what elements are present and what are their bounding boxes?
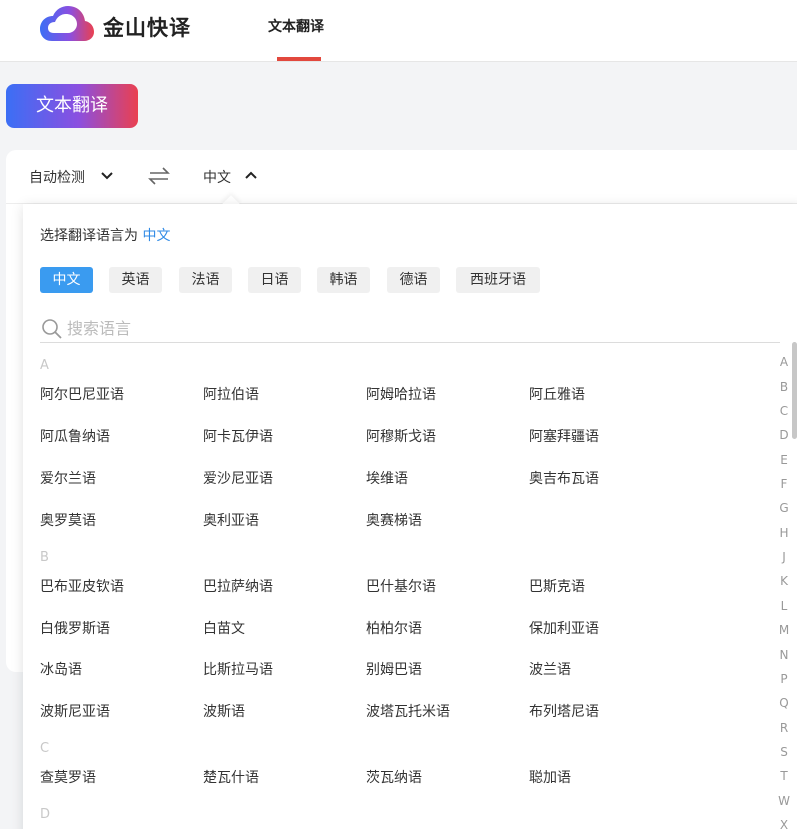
language-option[interactable]: 巴什基尔语 bbox=[366, 576, 436, 596]
language-option[interactable]: 别姆巴语 bbox=[366, 659, 422, 679]
language-option[interactable]: 阿丘雅语 bbox=[529, 384, 585, 404]
alphabet-index-letter[interactable]: K bbox=[777, 574, 791, 588]
nav-tab-active-indicator bbox=[277, 57, 321, 61]
text-translation-button[interactable]: 文本翻译 bbox=[6, 84, 138, 128]
brand-name[interactable]: 金山快译 bbox=[103, 12, 191, 42]
language-option[interactable]: 柏柏尔语 bbox=[366, 618, 422, 638]
quick-lang-chip[interactable]: 法语 bbox=[179, 267, 232, 293]
group-letter-b: B bbox=[40, 550, 49, 565]
dropdown-prompt: 选择翻译语言为 中文 bbox=[40, 225, 170, 245]
alphabet-index-letter[interactable]: X bbox=[777, 818, 791, 829]
language-option[interactable]: 楚瓦什语 bbox=[203, 767, 259, 787]
quick-lang-chip[interactable]: 德语 bbox=[387, 267, 440, 293]
search-underline bbox=[40, 342, 780, 343]
alphabet-index-letter[interactable]: E bbox=[777, 453, 791, 467]
language-option[interactable]: 布列塔尼语 bbox=[529, 701, 599, 721]
language-option[interactable]: 爱尔兰语 bbox=[40, 468, 96, 488]
quick-lang-chip[interactable]: 中文 bbox=[40, 267, 93, 293]
language-option[interactable]: 保加利亚语 bbox=[529, 618, 599, 638]
group-letter-c: C bbox=[40, 741, 50, 756]
chevron-up-icon[interactable] bbox=[245, 171, 257, 180]
group-letter-d: D bbox=[40, 807, 51, 822]
language-option[interactable]: 埃维语 bbox=[366, 468, 408, 488]
source-language-select[interactable]: 自动检测 bbox=[29, 167, 85, 187]
alphabet-index-letter[interactable]: P bbox=[777, 672, 791, 686]
alphabet-index-letter[interactable]: H bbox=[777, 526, 791, 540]
alphabet-index-letter[interactable]: W bbox=[777, 794, 791, 808]
alphabet-index-letter[interactable]: S bbox=[777, 745, 791, 759]
quick-lang-chip[interactable]: 西班牙语 bbox=[456, 267, 540, 293]
language-option[interactable]: 奥吉布瓦语 bbox=[529, 468, 599, 488]
language-option[interactable]: 巴拉萨纳语 bbox=[203, 576, 273, 596]
alphabet-index-letter[interactable]: D bbox=[777, 428, 791, 442]
language-option[interactable]: 巴斯克语 bbox=[529, 576, 585, 596]
current-target-language: 中文 bbox=[142, 228, 171, 244]
language-option[interactable]: 奥赛梯语 bbox=[366, 510, 422, 530]
language-option[interactable]: 冰岛语 bbox=[40, 659, 82, 679]
chevron-down-icon[interactable] bbox=[101, 171, 113, 180]
language-option[interactable]: 白俄罗斯语 bbox=[40, 618, 110, 638]
language-search-input[interactable] bbox=[67, 314, 777, 342]
cloud-logo-icon[interactable] bbox=[38, 5, 94, 45]
language-option[interactable]: 阿拉伯语 bbox=[203, 384, 259, 404]
quick-lang-chip[interactable]: 日语 bbox=[248, 267, 301, 293]
language-option[interactable]: 阿塞拜疆语 bbox=[529, 426, 599, 446]
quick-lang-chip[interactable]: 英语 bbox=[109, 267, 162, 293]
swap-languages-icon[interactable] bbox=[148, 167, 170, 185]
language-option[interactable]: 阿瓜鲁纳语 bbox=[40, 426, 110, 446]
target-language-dropdown: 选择翻译语言为 中文 中文 英语 法语 日语 韩语 德语 西班牙语 A 阿尔巴尼… bbox=[23, 204, 797, 829]
alphabet-index-letter[interactable]: B bbox=[777, 380, 791, 394]
alphabet-index-letter[interactable]: T bbox=[777, 769, 791, 783]
language-option[interactable]: 奥利亚语 bbox=[203, 510, 259, 530]
top-header: 金山快译 文本翻译 bbox=[0, 0, 797, 62]
search-icon bbox=[42, 319, 62, 339]
alphabet-index-letter[interactable]: A bbox=[777, 355, 791, 369]
alphabet-index-letter[interactable]: R bbox=[777, 721, 791, 735]
alphabet-index-letter[interactable]: F bbox=[777, 477, 791, 491]
alphabet-index-letter[interactable]: G bbox=[777, 501, 791, 515]
language-bar: 自动检测 中文 bbox=[6, 150, 797, 204]
alphabet-index-letter[interactable]: J bbox=[777, 550, 791, 564]
alphabet-index-letter[interactable]: M bbox=[777, 623, 791, 637]
language-option[interactable]: 茨瓦纳语 bbox=[366, 767, 422, 787]
nav-tab-text-translation[interactable]: 文本翻译 bbox=[268, 16, 324, 36]
alphabet-index-letter[interactable]: C bbox=[777, 404, 791, 418]
language-option[interactable]: 奥罗莫语 bbox=[40, 510, 96, 530]
language-option[interactable]: 阿尔巴尼亚语 bbox=[40, 384, 124, 404]
alphabet-index-letter[interactable]: L bbox=[777, 599, 791, 613]
language-option[interactable]: 波斯语 bbox=[203, 701, 245, 721]
language-option[interactable]: 阿卡瓦伊语 bbox=[203, 426, 273, 446]
language-option[interactable]: 白苗文 bbox=[203, 618, 245, 638]
language-option[interactable]: 波斯尼亚语 bbox=[40, 701, 110, 721]
language-option[interactable]: 聪加语 bbox=[529, 767, 571, 787]
dropdown-scrollbar[interactable] bbox=[792, 342, 797, 439]
language-option[interactable]: 查莫罗语 bbox=[40, 767, 96, 787]
language-option[interactable]: 比斯拉马语 bbox=[203, 659, 273, 679]
language-option[interactable]: 巴布亚皮钦语 bbox=[40, 576, 124, 596]
target-language-select[interactable]: 中文 bbox=[203, 167, 231, 187]
language-option[interactable]: 波塔瓦托米语 bbox=[366, 701, 450, 721]
language-option[interactable]: 阿穆斯戈语 bbox=[366, 426, 436, 446]
language-option[interactable]: 波兰语 bbox=[529, 659, 571, 679]
quick-lang-chip[interactable]: 韩语 bbox=[317, 267, 370, 293]
alphabet-index-letter[interactable]: Q bbox=[777, 696, 791, 710]
alphabet-index-letter[interactable]: N bbox=[777, 648, 791, 662]
language-option[interactable]: 阿姆哈拉语 bbox=[366, 384, 436, 404]
group-letter-a: A bbox=[40, 358, 49, 373]
language-option[interactable]: 爱沙尼亚语 bbox=[203, 468, 273, 488]
prompt-text: 选择翻译语言为 bbox=[40, 228, 138, 244]
